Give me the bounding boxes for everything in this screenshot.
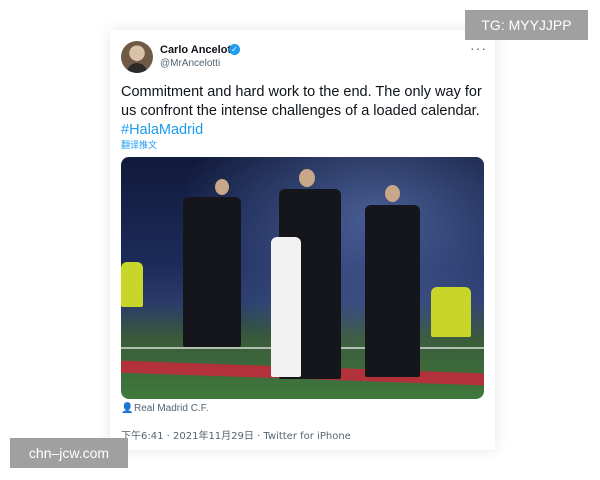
- person-figure-left: [183, 197, 241, 347]
- steward-figure: [431, 287, 471, 337]
- watermark-site: chn–jcw.com: [10, 438, 128, 468]
- person-figure-head: [215, 179, 229, 195]
- steward-figure: [121, 262, 143, 307]
- tagged-account[interactable]: 👤Real Madrid C.F.: [121, 403, 208, 414]
- hashtag-link[interactable]: #HalaMadrid: [121, 122, 203, 138]
- author-handle[interactable]: @MrAncelotti: [160, 58, 220, 69]
- person-figure-right: [365, 205, 420, 377]
- translate-tweet-link[interactable]: 翻译推文: [121, 138, 157, 151]
- tweet-text: Commitment and hard work to the end. The…: [121, 83, 486, 140]
- watermark-tg: TG: MYYJJPP: [465, 10, 588, 40]
- author-name[interactable]: Carlo Ancelotti: [160, 44, 238, 56]
- avatar[interactable]: [121, 41, 153, 73]
- tweet-body: Commitment and hard work to the end. The…: [121, 84, 482, 119]
- person-figure-player: [271, 237, 301, 377]
- tagged-account-name[interactable]: Real Madrid C.F.: [134, 403, 208, 414]
- person-figure-head: [385, 185, 400, 202]
- person-icon: 👤: [121, 403, 134, 414]
- verified-badge-icon: ✓: [229, 44, 240, 55]
- tweet-photo[interactable]: [121, 157, 484, 399]
- person-figure-head: [299, 169, 315, 187]
- tweet-timestamp[interactable]: 下午6:41 · 2021年11月29日 · Twitter for iPhon…: [121, 427, 351, 442]
- more-options-icon[interactable]: ···: [470, 40, 487, 56]
